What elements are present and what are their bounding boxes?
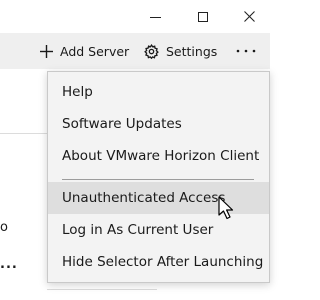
more-options-menu: Help Software Updates About VMware Horiz… xyxy=(47,71,270,283)
server-name-fragment: o xyxy=(0,220,8,235)
close-icon xyxy=(243,11,255,22)
mouse-cursor-icon xyxy=(218,196,234,220)
menu-item-software-updates[interactable]: Software Updates xyxy=(48,108,269,140)
menu-item-hide-selector[interactable]: Hide Selector After Launching xyxy=(48,246,269,278)
menu-item-label: Software Updates xyxy=(62,116,182,132)
more-icon xyxy=(236,49,256,53)
minimize-icon xyxy=(149,16,161,18)
server-options-button[interactable]: ... xyxy=(0,257,18,272)
minimize-button[interactable] xyxy=(132,0,178,33)
plus-icon xyxy=(40,44,53,58)
maximize-icon xyxy=(198,11,208,22)
more-options-button[interactable] xyxy=(232,33,260,69)
settings-button[interactable]: Settings xyxy=(144,33,217,69)
close-button[interactable] xyxy=(226,0,272,33)
title-bar xyxy=(0,0,270,33)
menu-separator xyxy=(62,179,254,180)
menu-item-label: Help xyxy=(62,84,93,100)
add-server-label: Add Server xyxy=(60,43,130,59)
gear-icon xyxy=(144,43,159,59)
menu-item-label: Hide Selector After Launching xyxy=(62,254,264,270)
content-divider xyxy=(0,133,47,134)
add-server-button[interactable]: Add Server xyxy=(40,33,129,69)
maximize-button[interactable] xyxy=(180,0,226,33)
menu-item-label: About VMware Horizon Client xyxy=(62,148,260,164)
settings-label: Settings xyxy=(166,43,218,59)
menu-item-help[interactable]: Help xyxy=(48,76,269,108)
menu-item-about[interactable]: About VMware Horizon Client xyxy=(48,140,269,172)
menu-item-label: Unauthenticated Access xyxy=(62,190,226,206)
content-divider-bottom xyxy=(47,289,157,290)
menu-item-label: Log in As Current User xyxy=(62,222,214,238)
toolbar: Add Server Settings xyxy=(0,33,270,69)
